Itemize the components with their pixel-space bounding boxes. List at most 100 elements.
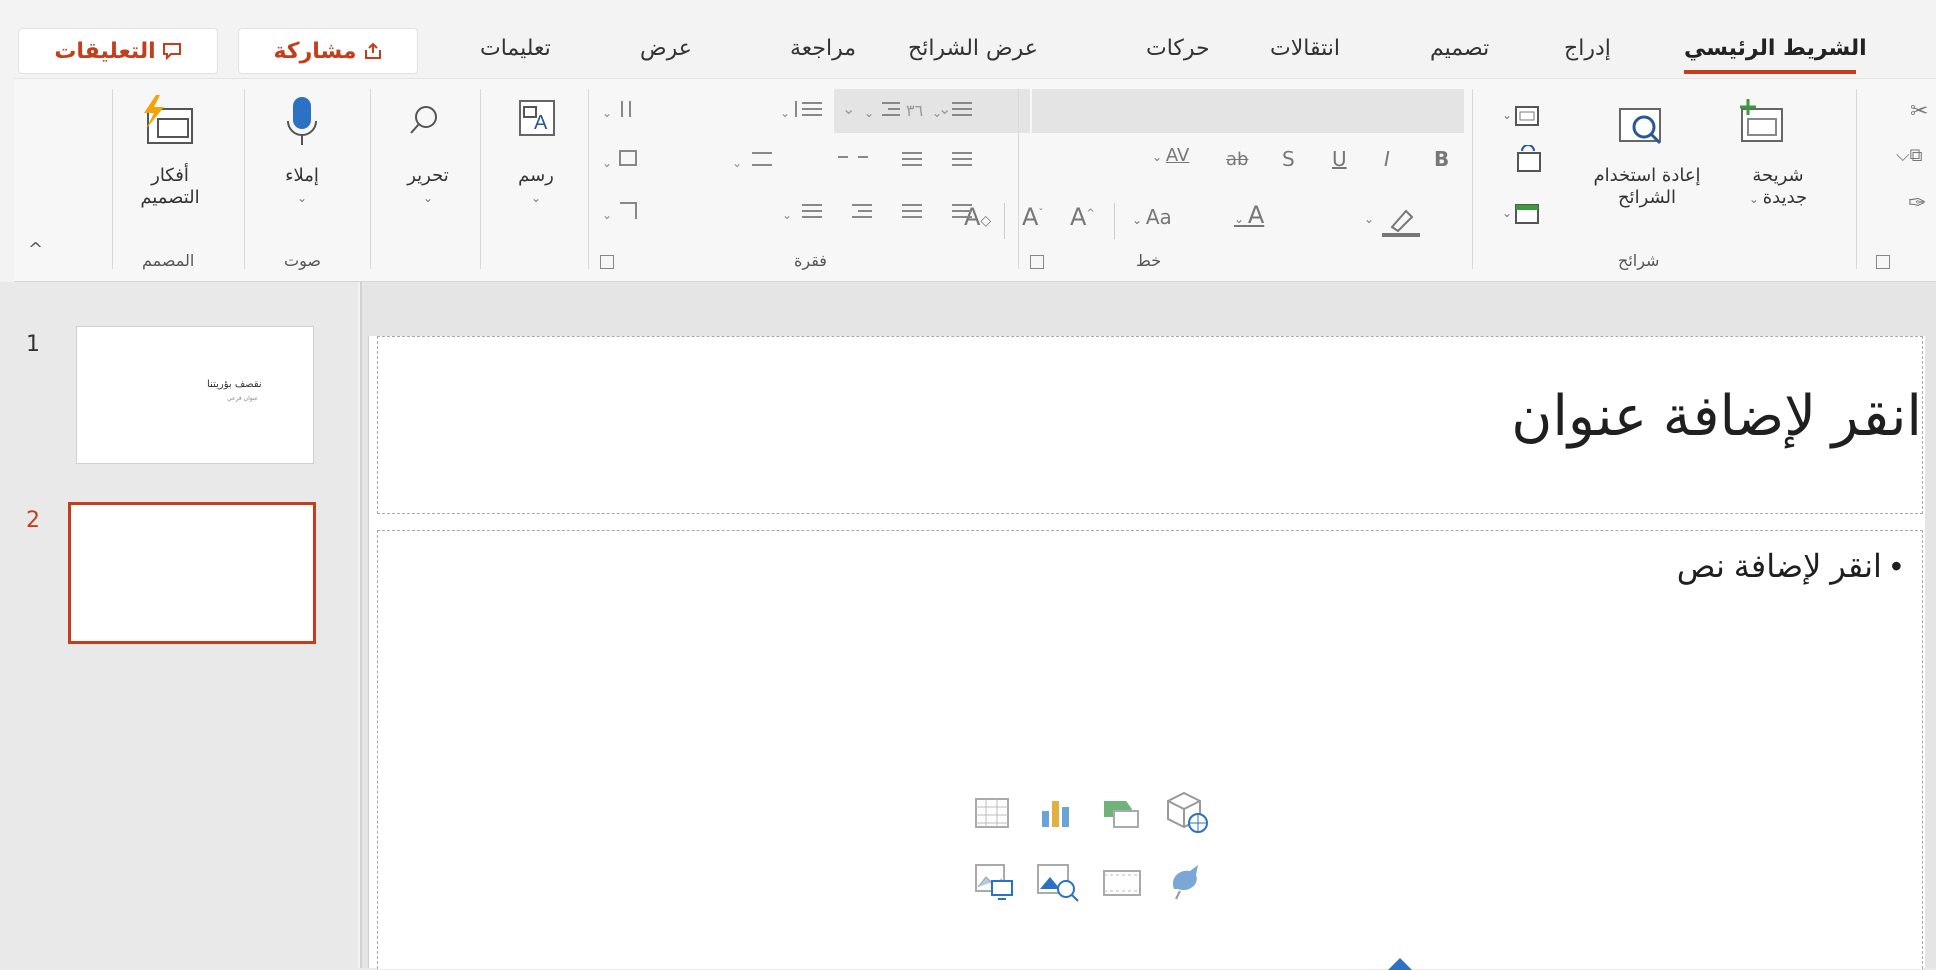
share-label: مشاركة [273,38,357,64]
design-ideas-button[interactable]: أفكار التصميم [122,165,218,209]
dictate-button[interactable]: إملاء ⌄ [262,165,342,209]
design-ideas-icon[interactable] [134,93,200,151]
svg-text:⌄: ⌄ [1502,206,1512,220]
reuse-slides-icon[interactable] [1614,101,1668,151]
reuse-slides-label-1: إعادة استخدام [1593,165,1701,186]
comments-label: التعليقات [54,38,156,64]
group-separator [370,89,371,269]
divider [1004,203,1005,239]
content-placeholder-text: • انقر لإضافة نص [1676,548,1902,584]
highlight-color-button[interactable]: ⌄ [1364,201,1434,241]
slide-thumbnail-1[interactable]: نقصف بؤريتنا عنوان فرعي [76,326,314,464]
tab-help[interactable]: تعليمات [480,36,551,61]
group-separator [1856,89,1857,269]
pane-splitter[interactable] [360,282,362,968]
microphone-icon[interactable] [282,93,322,153]
chevron-down-icon: ⌄ [530,191,542,205]
chevron-down-icon: ⌄ [1152,150,1166,164]
italic-button[interactable]: I [1384,147,1390,171]
design-ideas-label-1: أفكار [151,165,189,186]
tab-home[interactable]: الشريط الرئيسي [1684,36,1867,61]
copy-icon[interactable]: ⌵⧉ [1896,145,1923,166]
svg-text:⌄: ⌄ [602,156,612,170]
font-color-label: A [1247,201,1265,229]
tab-transitions[interactable]: انتقالات [1270,36,1340,61]
tab-design[interactable]: تصميم [1430,36,1489,61]
slide-thumbnail-2-selected[interactable] [68,502,316,644]
tab-view[interactable]: عرض [640,36,692,61]
drawing-label: رسم [518,165,554,186]
title-placeholder[interactable]: انقر لإضافة عنوان [377,336,1923,514]
tab-animations[interactable]: حركات [1146,36,1210,61]
comment-icon [162,43,181,61]
shadow-button[interactable]: S [1282,147,1295,171]
svg-text:⌄: ⌄ [1502,108,1512,122]
insert-video-icon[interactable] [1100,863,1144,903]
increase-font-size-button[interactable]: A^ [1070,203,1095,231]
reuse-slides-button[interactable]: إعادة استخدام الشرائح [1582,165,1712,209]
tab-insert[interactable]: إدراج [1564,36,1611,61]
strikethrough-button[interactable]: ab [1226,149,1248,170]
insert-smartart-icon[interactable] [1100,793,1144,833]
svg-text:⌄: ⌄ [864,106,874,120]
find-icon[interactable] [406,101,446,141]
font-group-label: خط [1136,251,1162,270]
collapse-ribbon-icon[interactable]: ^ [28,239,43,260]
insert-table-icon[interactable] [972,793,1012,833]
section-icon[interactable]: ⌄ [1502,201,1542,227]
change-case-button[interactable]: ⌄ Aa [1132,205,1172,229]
dictate-label: إملاء [285,165,319,186]
new-slide-icon[interactable] [1734,95,1790,149]
change-case-label: Aa [1145,205,1172,229]
shapes-icon[interactable]: A [514,97,560,143]
group-separator [588,89,589,269]
title-placeholder-text: انقر لإضافة عنوان [1511,384,1922,447]
paragraph-launcher-icon[interactable] [600,255,614,269]
svg-text:⌄: ⌄ [1364,212,1374,226]
svg-text:⌄: ⌄ [782,208,792,222]
svg-text:⌄: ⌄ [932,106,942,120]
shrink-font-label: A [1022,203,1039,231]
svg-text:⌄: ⌄ [602,208,612,222]
slide-number: 1 [26,332,40,357]
bold-button[interactable]: B [1434,147,1449,171]
insert-pictures-icon[interactable] [972,861,1016,903]
group-separator [1472,89,1473,269]
ribbon-home: ✂ ⌵⧉ ✑ شريحة ⌄ جديدة إعادة استخدام الشرا… [14,78,1936,282]
insert-3d-model-icon[interactable] [1164,789,1210,835]
share-button[interactable]: مشاركة [238,28,418,74]
font-name-box[interactable] [1032,89,1464,133]
share-icon [364,42,381,59]
tab-review[interactable]: مراجعة [790,36,856,61]
font-launcher-icon[interactable] [1030,255,1044,269]
slide-editor: انقر لإضافة عنوان • انقر لإضافة نص [360,282,1936,970]
cut-icon[interactable]: ✂ [1910,99,1928,124]
font-color-button[interactable]: ⌄ A [1234,201,1264,229]
layout-icon[interactable]: ⌄ [1502,105,1542,129]
insert-icons-icon[interactable] [1164,859,1208,903]
comments-button[interactable]: التعليقات [18,28,218,74]
format-painter-icon[interactable]: ✑ [1908,191,1926,216]
editing-button[interactable]: تحرير ⌄ [388,165,468,209]
chevron-down-icon: ⌄ [296,191,308,205]
underline-button[interactable]: U [1332,147,1347,171]
new-slide-button[interactable]: شريحة ⌄ جديدة [1736,165,1820,210]
clipboard-launcher-icon[interactable] [1876,255,1890,269]
scroll-indicator-icon [1388,958,1412,970]
decrease-font-size-button[interactable]: Aˇ [1022,203,1043,231]
slides-group-label: شرائح [1618,251,1660,270]
insert-chart-icon[interactable] [1036,793,1076,833]
design-ideas-label-2: التصميم [140,187,200,208]
paragraph-group-label: فقرة [794,251,827,270]
active-tab-underline [1684,70,1856,74]
chevron-down-icon: ⌄ [1234,212,1248,226]
drawing-button[interactable]: رسم ⌄ [496,165,576,209]
insert-stock-images-icon[interactable] [1034,861,1080,903]
tab-slideshow[interactable]: عرض الشرائح [908,36,1038,61]
group-separator [1018,89,1019,269]
reset-slide-icon[interactable] [1514,145,1544,175]
character-spacing-button[interactable]: ⌄ AV [1152,145,1189,166]
new-slide-label-2-text: جديدة [1762,187,1808,208]
svg-text:⌄: ⌄ [732,156,742,170]
content-placeholder[interactable]: • انقر لإضافة نص [377,530,1923,969]
